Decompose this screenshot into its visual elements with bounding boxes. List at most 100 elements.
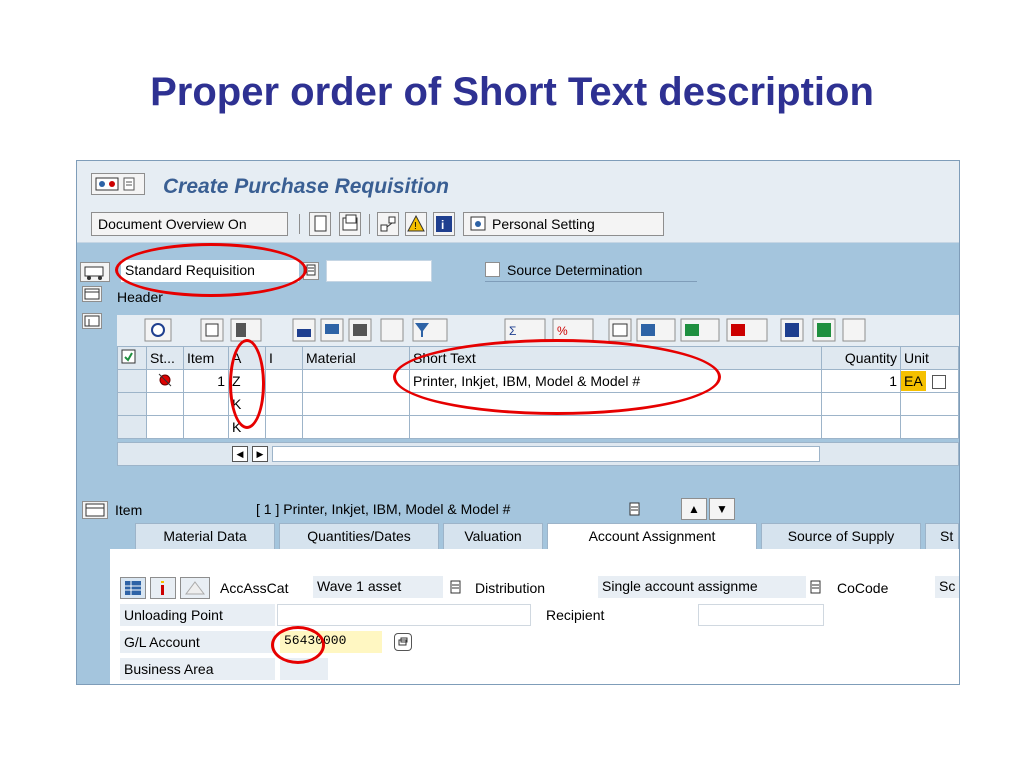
col-header-unit[interactable]: Unit <box>900 346 959 370</box>
business-area-label: Business Area <box>124 661 214 677</box>
svg-text:!: ! <box>414 221 417 232</box>
shopping-cart-icon[interactable] <box>80 262 110 282</box>
scroll-left-icon[interactable]: ◀ <box>232 446 248 462</box>
distribution-list-icon[interactable] <box>810 580 822 596</box>
item-section-label: Item <box>115 502 143 518</box>
document-type-field[interactable]: Standard Requisition <box>121 260 299 282</box>
item-number-cell[interactable] <box>183 415 229 439</box>
account-assignment-panel: AccAssCat Wave 1 asset Distribution Sing… <box>110 549 959 684</box>
personal-setting-button[interactable]: Personal Setting <box>463 212 664 236</box>
account-category-cell[interactable]: K <box>228 415 266 439</box>
grid-toolbar: Σ % <box>117 315 959 346</box>
item-collapse-icon[interactable] <box>82 501 108 519</box>
unit-value[interactable]: EA <box>901 371 926 391</box>
tab-quantities-dates[interactable]: Quantities/Dates <box>279 523 439 549</box>
row-selector[interactable] <box>117 415 147 439</box>
recipient-label: Recipient <box>546 607 605 623</box>
messages-icon[interactable]: ! <box>405 212 427 236</box>
settings-icon <box>470 216 486 231</box>
table-row[interactable]: 1 Z Printer, Inkjet, IBM, Model & Model … <box>117 369 959 393</box>
menu-icon-group[interactable] <box>91 173 145 195</box>
short-text-cell[interactable] <box>409 415 822 439</box>
account-category-cell[interactable]: Z <box>228 369 266 393</box>
accasscat-field[interactable]: Wave 1 asset <box>313 576 443 598</box>
grid-toolbar-icons: Σ % <box>144 318 866 342</box>
open-document-icon[interactable] <box>339 212 361 236</box>
item-category-cell[interactable] <box>265 369 303 393</box>
quantity-cell[interactable] <box>821 392 901 416</box>
distribution-label: Distribution <box>475 580 546 596</box>
item-list-icon[interactable] <box>627 501 643 519</box>
accasscat-list-icon[interactable] <box>450 580 462 596</box>
short-text-cell[interactable] <box>409 392 822 416</box>
previous-item-icon[interactable]: ▲ <box>681 498 707 520</box>
unit-cell[interactable]: EA <box>900 369 959 393</box>
application-toolbar: Document Overview On ! i Personal Settin… <box>77 206 959 243</box>
quantity-cell[interactable] <box>821 415 901 439</box>
source-determination-checkbox[interactable] <box>485 262 500 277</box>
material-cell[interactable] <box>302 392 410 416</box>
item-category-cell[interactable] <box>265 415 303 439</box>
row-selector[interactable] <box>117 392 147 416</box>
source-determination-label: Source Determination <box>507 262 643 278</box>
col-header-status[interactable]: St... <box>146 346 184 370</box>
business-area-field[interactable] <box>280 658 328 680</box>
row-selector[interactable] <box>117 369 147 393</box>
tab-valuation[interactable]: Valuation <box>443 523 543 549</box>
unit-lookup-icon[interactable] <box>931 375 946 390</box>
items-table: St... Item A I Material Short Text Quant… <box>117 346 959 439</box>
gl-account-field[interactable]: 56430000 <box>280 631 382 653</box>
recipient-field[interactable] <box>698 604 824 626</box>
accasscat-label: AccAssCat <box>220 580 289 596</box>
new-document-icon[interactable] <box>309 212 331 236</box>
horizontal-scrollbar-track[interactable] <box>272 446 820 462</box>
col-header-short-text[interactable]: Short Text <box>409 346 822 370</box>
scroll-right-icon[interactable]: ▶ <box>252 446 268 462</box>
material-cell[interactable] <box>302 369 410 393</box>
item-selector-field[interactable]: [ 1 ] Printer, Inkjet, IBM, Model & Mode… <box>251 498 607 520</box>
tab-more[interactable]: St <box>925 523 959 549</box>
info-icon[interactable]: i <box>433 212 455 236</box>
tab-account-assignment[interactable]: Account Assignment <box>547 523 757 549</box>
unloading-point-field[interactable] <box>277 604 531 626</box>
glasses-icon <box>95 177 135 191</box>
slide-title: Proper order of Short Text description <box>150 70 874 114</box>
select-all-icon[interactable] <box>117 346 147 370</box>
item-category-cell[interactable] <box>265 392 303 416</box>
unit-cell[interactable] <box>900 415 959 439</box>
material-cell[interactable] <box>302 415 410 439</box>
quantity-cell[interactable]: 1 <box>821 369 901 393</box>
col-header-account-category[interactable]: A <box>228 346 266 370</box>
short-text-cell[interactable]: Printer, Inkjet, IBM, Model & Model # <box>409 369 822 393</box>
cocode-field[interactable]: Sc <box>935 576 959 598</box>
account-category-cell[interactable]: K <box>228 392 266 416</box>
tab-source-of-supply[interactable]: Source of Supply <box>761 523 921 549</box>
item-number-cell[interactable] <box>183 392 229 416</box>
grid-footer: ◀ ▶ <box>117 442 959 466</box>
next-item-icon[interactable]: ▼ <box>709 498 735 520</box>
items-collapse-icon[interactable] <box>82 313 102 329</box>
col-header-material[interactable]: Material <box>302 346 410 370</box>
details-icon[interactable] <box>150 577 176 599</box>
dropdown-list-icon[interactable] <box>303 262 319 280</box>
status-cell <box>146 415 184 439</box>
item-number-cell[interactable]: 1 <box>183 369 229 393</box>
gl-account-label: G/L Account <box>124 634 200 650</box>
grid-view-icon[interactable] <box>120 577 146 599</box>
gl-account-lookup-icon[interactable] <box>394 633 412 651</box>
document-number-field[interactable] <box>326 260 432 282</box>
col-header-quantity[interactable]: Quantity <box>821 346 901 370</box>
col-header-item-category[interactable]: I <box>265 346 303 370</box>
table-row[interactable]: K <box>117 392 959 416</box>
toolbar-separator <box>369 214 370 234</box>
multiple-assignment-icon[interactable] <box>180 577 210 599</box>
tab-material-data[interactable]: Material Data <box>135 523 275 549</box>
header-expand-icon[interactable] <box>82 286 102 302</box>
window-title: Create Purchase Requisition <box>163 175 449 198</box>
col-header-item[interactable]: Item <box>183 346 229 370</box>
hierarchy-icon[interactable] <box>377 212 399 236</box>
distribution-field[interactable]: Single account assignme <box>598 576 806 598</box>
unit-cell[interactable] <box>900 392 959 416</box>
document-overview-button[interactable]: Document Overview On <box>91 212 288 236</box>
table-row[interactable]: K <box>117 415 959 439</box>
